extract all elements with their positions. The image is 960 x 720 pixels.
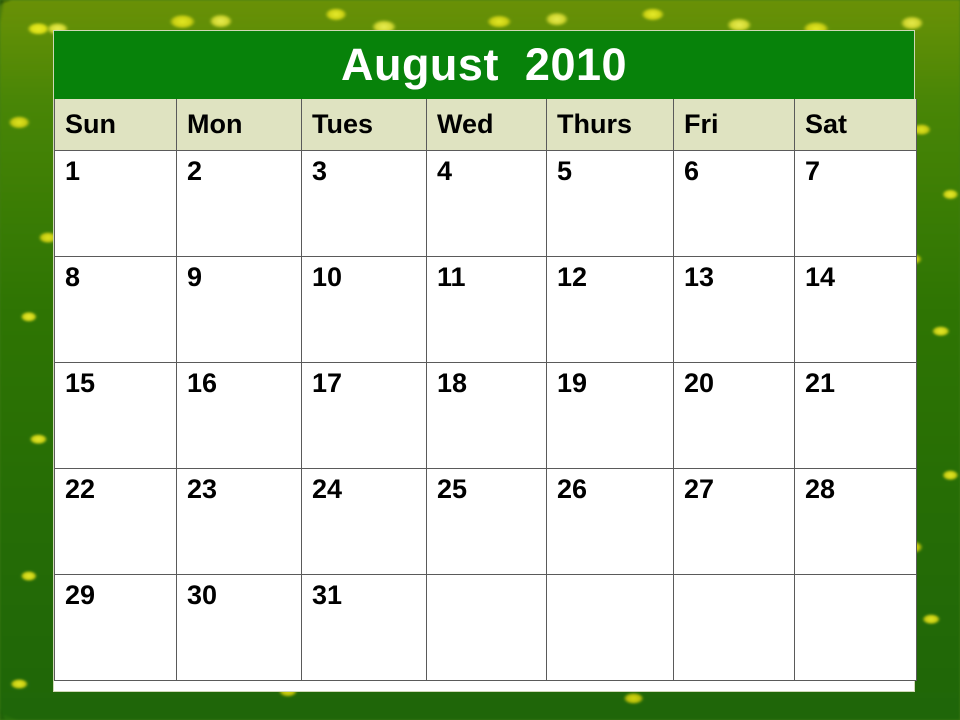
day-cell[interactable]: 18 (426, 362, 547, 469)
day-number: 27 (684, 474, 715, 504)
day-cell[interactable]: 22 (54, 468, 177, 575)
day-cell[interactable]: 28 (794, 468, 917, 575)
day-cell[interactable]: 23 (176, 468, 302, 575)
weekday-header-tues: Tues (301, 99, 427, 151)
day-number: 20 (684, 368, 715, 398)
day-cell[interactable]: 14 (794, 256, 917, 363)
day-cell[interactable]: 24 (301, 468, 427, 575)
weekday-header-mon: Mon (176, 99, 302, 151)
day-cell-empty[interactable] (794, 574, 917, 681)
week-row: 22 23 24 25 26 27 28 (54, 468, 917, 575)
day-number (795, 575, 916, 582)
weekday-header-fri: Fri (673, 99, 795, 151)
day-number: 6 (684, 156, 700, 186)
week-row: 29 30 31 (54, 574, 917, 681)
day-number: 4 (437, 156, 453, 186)
day-cell[interactable]: 2 (176, 150, 302, 257)
day-cell-empty[interactable] (426, 574, 547, 681)
day-cell[interactable]: 13 (673, 256, 795, 363)
day-number: 10 (312, 262, 343, 292)
day-cell[interactable]: 12 (546, 256, 674, 363)
day-number (547, 575, 673, 582)
day-number: 25 (437, 474, 468, 504)
day-cell[interactable]: 15 (54, 362, 177, 469)
day-cell[interactable]: 29 (54, 574, 177, 681)
day-number: 22 (65, 474, 96, 504)
weekday-header-thurs: Thurs (546, 99, 674, 151)
day-cell[interactable]: 9 (176, 256, 302, 363)
day-number: 13 (684, 262, 715, 292)
calendar-grid: Sun Mon Tues Wed Thurs Fri Sat 1 2 3 4 5… (54, 99, 917, 681)
monthly-calendar: August 2010 Sun Mon Tues Wed Thurs Fri S… (53, 30, 917, 692)
day-cell[interactable]: 7 (794, 150, 917, 257)
day-cell-empty[interactable] (673, 574, 795, 681)
day-number: 19 (557, 368, 588, 398)
weekday-header-wed: Wed (426, 99, 547, 151)
weekday-header-row: Sun Mon Tues Wed Thurs Fri Sat (54, 99, 917, 151)
day-cell[interactable]: 30 (176, 574, 302, 681)
day-number: 3 (312, 156, 328, 186)
day-number: 17 (312, 368, 343, 398)
day-number: 5 (557, 156, 573, 186)
day-number: 31 (312, 580, 343, 610)
day-cell[interactable]: 16 (176, 362, 302, 469)
day-cell[interactable]: 11 (426, 256, 547, 363)
day-number (674, 575, 794, 582)
day-cell-empty[interactable] (546, 574, 674, 681)
day-number: 21 (805, 368, 836, 398)
day-cell[interactable]: 8 (54, 256, 177, 363)
day-cell[interactable]: 1 (54, 150, 177, 257)
day-number: 30 (187, 580, 218, 610)
day-number: 11 (437, 262, 466, 292)
day-cell[interactable]: 6 (673, 150, 795, 257)
day-number: 14 (805, 262, 836, 292)
day-number: 28 (805, 474, 836, 504)
day-cell[interactable]: 20 (673, 362, 795, 469)
day-number: 26 (557, 474, 588, 504)
day-number: 24 (312, 474, 343, 504)
day-number: 18 (437, 368, 468, 398)
day-number: 8 (65, 262, 81, 292)
day-number: 12 (557, 262, 588, 292)
calendar-page: August 2010 Sun Mon Tues Wed Thurs Fri S… (0, 0, 960, 720)
week-row: 8 9 10 11 12 13 14 (54, 256, 917, 363)
day-cell[interactable]: 5 (546, 150, 674, 257)
day-number: 7 (805, 156, 821, 186)
day-number (427, 575, 546, 582)
day-cell[interactable]: 27 (673, 468, 795, 575)
day-cell[interactable]: 4 (426, 150, 547, 257)
week-row: 15 16 17 18 19 20 21 (54, 362, 917, 469)
day-cell[interactable]: 3 (301, 150, 427, 257)
day-number: 1 (65, 156, 81, 186)
day-cell[interactable]: 19 (546, 362, 674, 469)
week-row: 1 2 3 4 5 6 7 (54, 150, 917, 257)
weekday-header-sun: Sun (54, 99, 177, 151)
day-number: 23 (187, 474, 218, 504)
day-cell[interactable]: 21 (794, 362, 917, 469)
day-cell[interactable]: 26 (546, 468, 674, 575)
day-cell[interactable]: 31 (301, 574, 427, 681)
day-number: 15 (65, 368, 96, 398)
weekday-header-sat: Sat (794, 99, 917, 151)
day-number: 9 (187, 262, 203, 292)
day-number: 29 (65, 580, 96, 610)
calendar-title: August 2010 (54, 31, 914, 99)
day-number: 2 (187, 156, 203, 186)
day-cell[interactable]: 10 (301, 256, 427, 363)
day-number: 16 (187, 368, 218, 398)
day-cell[interactable]: 25 (426, 468, 547, 575)
day-cell[interactable]: 17 (301, 362, 427, 469)
